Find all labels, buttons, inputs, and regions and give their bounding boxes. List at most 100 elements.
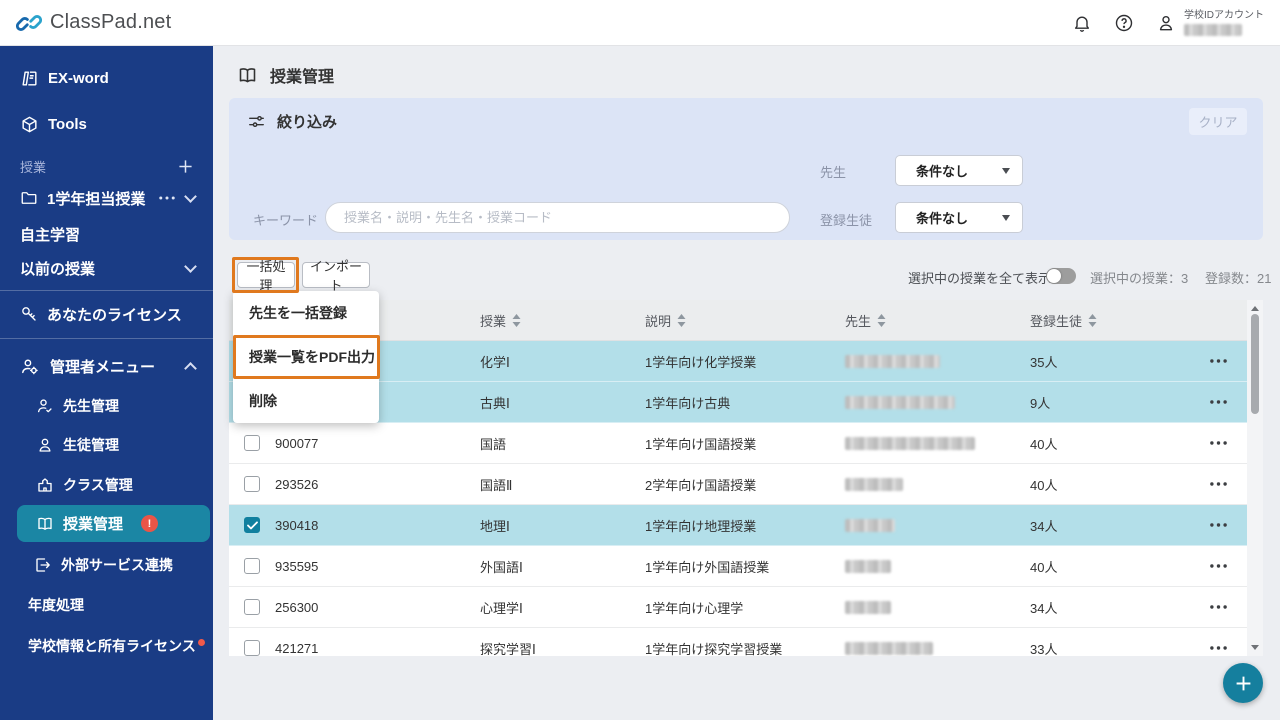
ellipsis-icon [1210, 646, 1227, 650]
table-row[interactable]: 293526 国語Ⅱ 2学年向け国語授業 40人 [229, 464, 1247, 505]
table-scrollbar[interactable] [1247, 300, 1263, 656]
page-title: 授業管理 [237, 63, 334, 87]
sort-icon [677, 313, 686, 327]
column-header-class[interactable]: 授業 [480, 311, 521, 330]
sidebar-item-previous-classes[interactable]: 以前の授業 [0, 254, 213, 282]
filter-header: 絞り込み [247, 111, 337, 132]
account-menu[interactable]: 学校IDアカウント [1156, 10, 1264, 36]
students-filter-dropdown[interactable]: 条件なし [895, 202, 1023, 233]
row-actions-button[interactable] [1206, 519, 1231, 531]
cell-description: 1学年向け探究学習授業 [645, 641, 783, 657]
show-selected-toggle[interactable] [1046, 268, 1076, 284]
sidebar-item-lesson-management[interactable]: 授業管理 ! [17, 505, 210, 542]
table-row[interactable]: 935595 外国語Ⅰ 1学年向け外国語授業 40人 [229, 546, 1247, 587]
cell-class-code: 256300 [275, 599, 319, 615]
add-class-icon[interactable] [178, 159, 193, 174]
sidebar-item-year-process[interactable]: 年度処理 [0, 591, 213, 619]
cell-class-code: 390418 [275, 517, 319, 533]
cell-description: 1学年向け外国語授業 [645, 559, 770, 575]
scrollbar-thumb[interactable] [1251, 314, 1259, 414]
row-actions-button[interactable] [1206, 560, 1231, 572]
menu-item-export-pdf[interactable]: 授業一覧をPDF出力 [233, 335, 379, 379]
sliders-icon [247, 112, 266, 131]
sidebar-item-grade1-classes[interactable]: 1学年担当授業 [0, 184, 213, 212]
sidebar-divider [0, 338, 213, 339]
row-actions-button[interactable] [1206, 601, 1231, 613]
row-checkbox[interactable] [244, 640, 260, 656]
table-row[interactable]: 256300 心理学Ⅰ 1学年向け心理学 34人 [229, 587, 1247, 628]
sidebar-item-admin-menu[interactable]: 管理者メニュー [0, 352, 213, 380]
cell-teacher-blurred [845, 477, 903, 491]
top-header: ClassPad.net 学校IDアカウント [0, 0, 1280, 46]
cell-teacher-blurred [845, 436, 975, 450]
table-row[interactable]: 421271 探究学習Ⅰ 1学年向け探究学習授業 33人 [229, 628, 1247, 656]
chevron-down-icon[interactable] [184, 190, 197, 203]
cell-student-count: 34人 [1030, 600, 1058, 616]
app-title: ClassPad.net [50, 11, 172, 33]
folder-icon [20, 189, 39, 208]
cell-class-code: 900077 [275, 435, 319, 451]
table-row[interactable]: 古典Ⅰ 1学年向け古典 9人 [229, 382, 1247, 423]
cell-class-name: 国語Ⅱ [480, 477, 513, 493]
column-header-description[interactable]: 説明 [645, 311, 686, 330]
sidebar-item-school-info[interactable]: 学校情報と所有ライセンス [0, 632, 213, 660]
row-checkbox[interactable] [244, 517, 260, 533]
dictionary-icon [20, 69, 39, 88]
row-checkbox[interactable] [244, 599, 260, 615]
account-person-icon [1156, 13, 1176, 33]
cell-class-name: 国語 [480, 436, 507, 452]
cell-student-count: 40人 [1030, 559, 1058, 575]
table-row[interactable]: 化学Ⅰ 1学年向け化学授業 35人 [229, 341, 1247, 382]
cell-student-count: 40人 [1030, 436, 1058, 452]
column-header-students[interactable]: 登録生徒 [1030, 311, 1097, 330]
notifications-bell-icon[interactable] [1072, 13, 1092, 33]
cell-class-name: 古典Ⅰ [480, 395, 510, 411]
clear-filter-button[interactable]: クリア [1189, 108, 1247, 135]
cell-class-name: 心理学Ⅰ [480, 600, 523, 616]
sidebar-item-student-management[interactable]: 生徒管理 [0, 431, 213, 459]
keyword-search-input[interactable] [325, 202, 790, 233]
row-checkbox[interactable] [244, 476, 260, 492]
row-actions-button[interactable] [1206, 437, 1231, 449]
row-actions-button[interactable] [1206, 355, 1231, 367]
cell-class-code: 421271 [275, 640, 319, 656]
menu-item-bulk-register-teachers[interactable]: 先生を一括登録 [233, 291, 379, 335]
row-checkbox[interactable] [244, 435, 260, 451]
sidebar-item-ex-word[interactable]: EX-word [0, 64, 213, 92]
table-body: 化学Ⅰ 1学年向け化学授業 35人 古典Ⅰ 1学年向け古典 9人 900077 … [229, 341, 1263, 656]
sidebar-item-self-study[interactable]: 自主学習 [0, 220, 213, 248]
box-arrow-icon [34, 556, 52, 574]
sidebar-item-teacher-management[interactable]: 先生管理 [0, 392, 213, 420]
scroll-up-arrow[interactable] [1251, 306, 1259, 311]
row-checkbox[interactable] [244, 558, 260, 574]
sidebar-item-tools[interactable]: Tools [0, 110, 213, 138]
help-icon[interactable] [1114, 13, 1134, 33]
row-actions-button[interactable] [1206, 478, 1231, 490]
chevron-down-icon[interactable] [184, 260, 197, 273]
sidebar-item-external-services[interactable]: 外部サービス連携 [0, 551, 213, 579]
cell-teacher-blurred [845, 395, 955, 409]
row-actions-button[interactable] [1206, 396, 1231, 408]
teacher-filter-dropdown[interactable]: 条件なし [895, 155, 1023, 186]
cell-student-count: 34人 [1030, 518, 1058, 534]
chevron-up-icon[interactable] [184, 361, 197, 375]
add-class-fab[interactable] [1223, 663, 1263, 703]
toggle-knob [1047, 269, 1061, 283]
more-options-icon[interactable] [159, 196, 175, 200]
teacher-filter-label: 先生 [820, 165, 847, 180]
batch-process-button[interactable]: 一括処理 [237, 259, 295, 293]
column-header-teacher[interactable]: 先生 [845, 311, 886, 330]
table-row[interactable]: 900077 国語 1学年向け国語授業 40人 [229, 423, 1247, 464]
sidebar-item-class-management[interactable]: クラス管理 [0, 471, 213, 499]
sidebar-item-your-license[interactable]: あなたのライセンス [0, 300, 213, 328]
alert-badge: ! [141, 515, 159, 532]
row-actions-button[interactable] [1206, 642, 1231, 654]
menu-item-delete[interactable]: 削除 [233, 379, 379, 423]
cell-description: 1学年向け国語授業 [645, 436, 757, 452]
scroll-down-arrow[interactable] [1251, 645, 1259, 650]
import-button[interactable]: インポート [302, 259, 370, 293]
cell-class-name: 地理Ⅰ [480, 518, 510, 534]
caret-down-icon [1002, 214, 1010, 221]
batch-process-menu: 先生を一括登録 授業一覧をPDF出力 削除 [233, 291, 379, 423]
table-row[interactable]: 390418 地理Ⅰ 1学年向け地理授業 34人 [229, 505, 1247, 546]
